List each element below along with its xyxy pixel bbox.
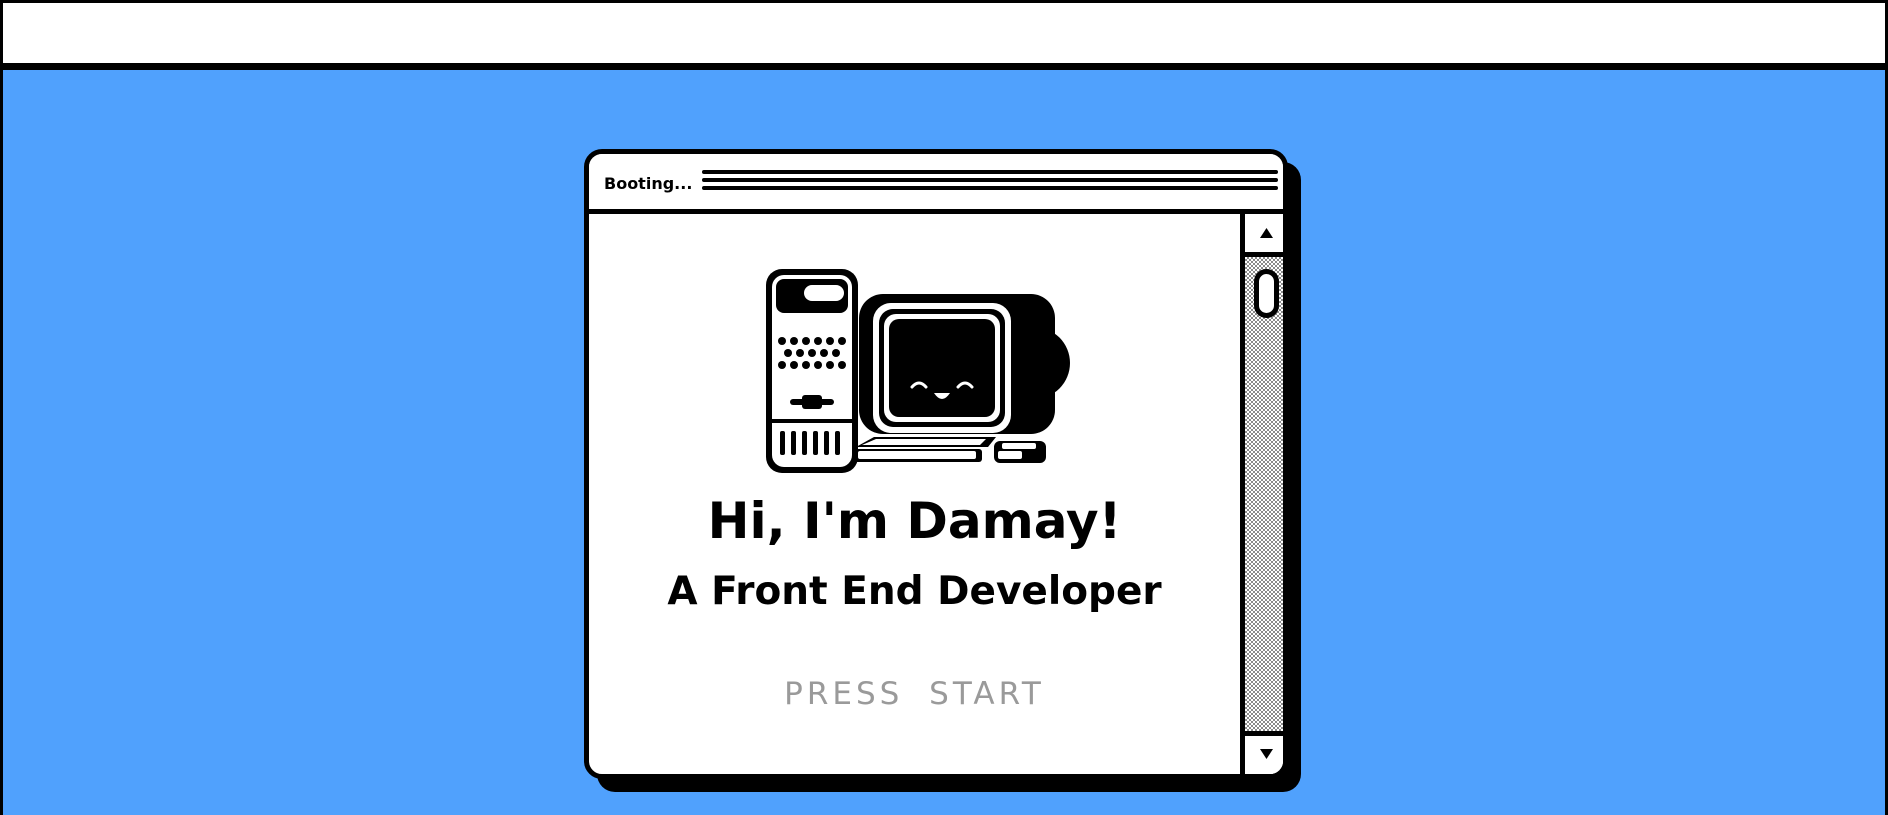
role-subheading: A Front End Developer [667, 569, 1162, 614]
scrollbar-track[interactable] [1245, 257, 1283, 731]
press-start-button[interactable]: PRESS START [784, 676, 1045, 712]
window-title: Booting... [604, 174, 693, 193]
triangle-up-icon [1260, 228, 1273, 238]
window-title-bar[interactable]: Booting... [589, 154, 1283, 214]
scrollbar-thumb[interactable] [1254, 269, 1279, 318]
scroll-down-button[interactable] [1245, 731, 1283, 774]
smiling-retro-computer-icon [766, 269, 1070, 473]
greeting-heading: Hi, I'm Damay! [707, 492, 1122, 550]
window-content: Hi, I'm Damay! A Front End Developer PRE… [589, 214, 1245, 774]
scroll-up-button[interactable] [1245, 214, 1283, 257]
top-menu-bar [0, 0, 1888, 70]
title-bar-stripes [702, 170, 1278, 198]
triangle-down-icon [1260, 749, 1273, 759]
boot-window: Booting... Hi, I'm Damay! A Front End De… [584, 149, 1288, 779]
vertical-scrollbar[interactable] [1245, 214, 1283, 774]
press-start-wrapper: PRESS START [589, 676, 1240, 712]
